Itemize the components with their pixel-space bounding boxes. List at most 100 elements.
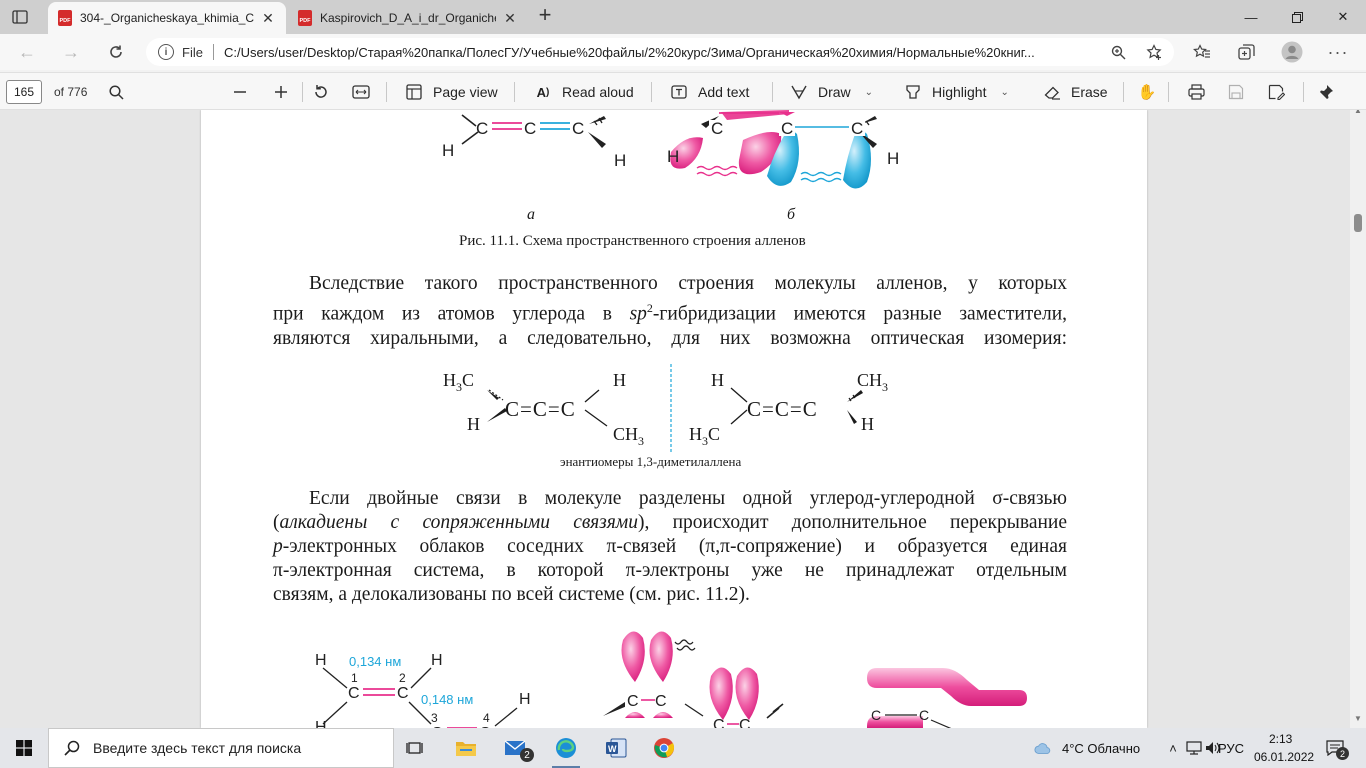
close-window-button[interactable]: ✕ (1320, 0, 1366, 34)
file-explorer-button[interactable] (442, 728, 490, 768)
vertical-scrollbar[interactable]: ▲ ▼ (1350, 110, 1366, 728)
page-view-button[interactable]: Page view (405, 79, 498, 105)
chrome-icon (654, 738, 675, 758)
taskbar-search-input[interactable]: Введите здесь текст для поиска (48, 728, 394, 768)
zoom-icon[interactable] (1108, 42, 1128, 62)
svg-text:H3C: H3C (443, 370, 474, 394)
info-icon[interactable]: i (158, 44, 174, 60)
text-fragment-italic: sp (629, 303, 647, 325)
paragraph-allene-chirality: Вследствие такого пространственного стро… (273, 272, 1067, 351)
chrome-button[interactable] (640, 728, 688, 768)
address-url[interactable]: C:/Users/user/Desktop/Старая%20папка/Пол… (224, 45, 1094, 60)
chevron-down-icon[interactable]: ⌄ (865, 87, 873, 98)
navigation-bar: ← → i File C:/Users/user/Desktop/Старая%… (0, 34, 1366, 70)
read-aloud-button[interactable]: A) Read aloud (534, 79, 634, 105)
start-button[interactable] (0, 728, 48, 768)
bond-length-label: 0,148 нм (421, 692, 473, 707)
erase-button[interactable]: Erase (1043, 79, 1108, 105)
mail-button[interactable]: 2 (492, 728, 540, 768)
toolbar-divider (302, 82, 303, 102)
language-indicator[interactable]: РУС (1218, 741, 1244, 756)
enantiomers-caption: энантиомеры 1,3-диметилаллена (560, 454, 742, 469)
restore-button[interactable] (1274, 0, 1320, 34)
draw-button[interactable]: Draw ⌄ (790, 79, 873, 105)
atom-h: H (315, 652, 327, 669)
atom-c: C (871, 707, 881, 723)
add-favorite-icon[interactable] (1144, 42, 1164, 62)
zoom-out-icon[interactable] (230, 82, 250, 102)
weather-cloud-icon[interactable] (1034, 739, 1052, 757)
atom-h: H (861, 414, 874, 434)
collections-button[interactable] (1233, 40, 1259, 64)
text-line: Если двойные связи в молекуле разделены … (309, 488, 1067, 509)
atom-h: H (431, 652, 443, 669)
tab-actions-button[interactable] (8, 6, 32, 28)
settings-menu-button[interactable]: ··· (1325, 40, 1351, 64)
new-tab-button[interactable]: + (534, 4, 556, 27)
atom-number: 2 (399, 671, 406, 685)
pdf-viewer[interactable]: C C C H H C C C H H а б Рис. 11.1. Схема… (0, 110, 1366, 728)
add-text-icon (670, 83, 688, 101)
atom-c: C (348, 685, 360, 702)
favorites-icon (1193, 44, 1210, 58)
pin-toolbar-icon[interactable] (1316, 82, 1336, 102)
tab-kaspirovich[interactable]: PDF Kaspirovich_D_A_i_dr_Organiche ✕ (288, 2, 528, 34)
search-icon[interactable] (106, 82, 126, 102)
fit-width-icon[interactable] (351, 82, 371, 102)
paragraph-conjugated-dienes: Если двойные связи в молекуле разделены … (273, 487, 1067, 607)
chevron-up-icon[interactable]: ˄ (1164, 739, 1182, 757)
word-icon: W (606, 738, 627, 758)
rotate-icon[interactable] (311, 82, 331, 102)
bond-length-label: 0,134 нм (349, 654, 401, 669)
tab-organic-chemistry[interactable]: PDF 304-_Organicheskaya_khimia_Ch ✕ (48, 2, 286, 34)
network-icon[interactable] (1185, 739, 1203, 757)
close-tab-icon[interactable]: ✕ (502, 10, 518, 26)
enantiomers-diagram: H3C H C=C=C H CH3 H H3C C=C=C CH3 H (443, 364, 888, 452)
profile-button[interactable] (1279, 40, 1305, 64)
read-aloud-icon: A) (536, 84, 550, 100)
refresh-button[interactable] (103, 40, 129, 64)
tab-title: Kaspirovich_D_A_i_dr_Organiche (320, 11, 496, 25)
close-tab-icon[interactable]: ✕ (260, 10, 276, 26)
edge-browser-button[interactable] (542, 728, 590, 768)
add-text-label: Add text (698, 84, 750, 100)
restore-icon (1291, 11, 1303, 23)
minimize-button[interactable]: — (1228, 0, 1274, 34)
clock-date[interactable]: 06.01.2022 (1254, 750, 1314, 764)
scroll-down-icon[interactable]: ▼ (1353, 714, 1363, 724)
toolbar-divider (1123, 82, 1124, 102)
save-as-icon[interactable] (1266, 82, 1286, 102)
text-line: p-электронных облаков соседних π-связей … (273, 535, 1067, 559)
text-line: π-электронная система, в которой π-элект… (273, 560, 1067, 581)
address-bar[interactable]: i File C:/Users/user/Desktop/Старая%20па… (146, 38, 1174, 66)
text-fragment: -гибридизации имеются разные заместители… (652, 303, 1067, 325)
scrollbar-thumb[interactable] (1354, 214, 1362, 232)
favorites-button[interactable] (1189, 40, 1215, 64)
atom-h: H (443, 370, 456, 390)
chevron-down-icon[interactable]: ⌄ (1000, 87, 1008, 98)
text-fragment: ), происходит дополнительное перекрывани… (638, 512, 1067, 533)
pdf-page: C C C H H C C C H H а б Рис. 11.1. Схема… (201, 110, 1147, 728)
address-separator (212, 44, 214, 60)
clock-time[interactable]: 2:13 (1269, 732, 1292, 746)
page-number-input[interactable]: 165 (6, 80, 42, 104)
back-button[interactable]: ← (14, 40, 40, 64)
scroll-up-icon[interactable]: ▲ (1353, 110, 1363, 116)
add-text-button[interactable]: Add text (670, 79, 749, 105)
figure-label-a: а (527, 206, 535, 223)
touch-icon[interactable]: ✋ (1137, 82, 1157, 102)
text-line: Вследствие такого пространственного стро… (309, 273, 1067, 294)
butadiene-structure: H 0,134 нм H 1 2 C C 0,148 нм H 4 H 3 C … (315, 652, 531, 728)
highlight-button[interactable]: Highlight ⌄ (904, 79, 1009, 105)
notifications-icon[interactable]: 2 (1326, 739, 1349, 760)
word-button[interactable]: W (592, 728, 640, 768)
save-icon[interactable] (1226, 82, 1246, 102)
atom-c: C (781, 119, 793, 138)
pdf-icon: PDF (298, 10, 312, 26)
atom-c: C (476, 119, 488, 138)
print-icon[interactable] (1186, 82, 1206, 102)
forward-button[interactable]: → (58, 40, 84, 64)
task-view-button[interactable] (392, 728, 440, 768)
weather-text[interactable]: 4°C Облачно (1062, 741, 1140, 756)
zoom-in-icon[interactable] (271, 82, 291, 102)
